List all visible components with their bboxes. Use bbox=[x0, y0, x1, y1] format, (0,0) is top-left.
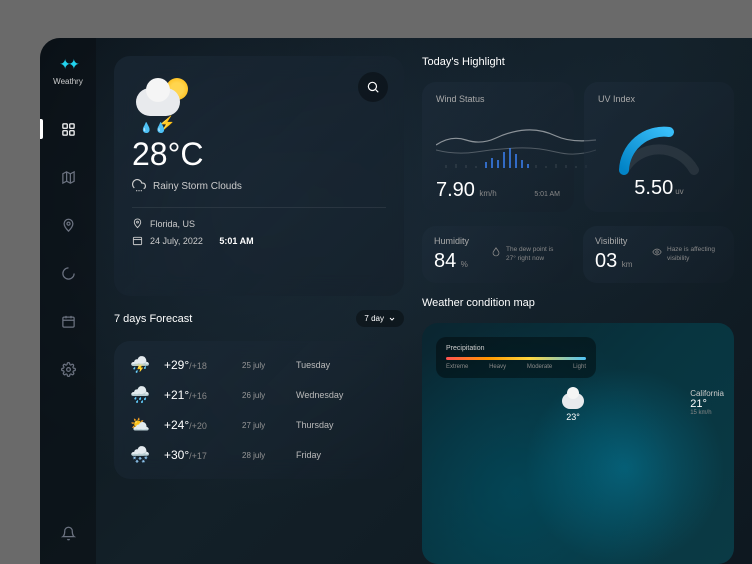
nav-calendar[interactable] bbox=[40, 308, 96, 334]
forecast-row[interactable]: 🌨️ +30°/+17 28 july Friday bbox=[130, 445, 388, 465]
nav-settings[interactable] bbox=[40, 356, 96, 382]
chevron-down-icon bbox=[388, 315, 396, 323]
forecast-title: 7 days Forecast bbox=[114, 313, 192, 325]
visibility-card: Visibility 03 km Haze is affecting visib… bbox=[583, 226, 734, 283]
wind-chart bbox=[436, 110, 596, 170]
nav-notifications[interactable] bbox=[40, 520, 96, 546]
grid-icon bbox=[61, 122, 76, 137]
nav-analytics[interactable] bbox=[40, 260, 96, 286]
forecast-row[interactable]: ⛅ +24°/+20 27 july Thursday bbox=[130, 415, 388, 435]
app-window: ✦✦ Weathry bbox=[40, 38, 752, 564]
sidebar: ✦✦ Weathry bbox=[40, 38, 96, 564]
calendar-icon bbox=[61, 314, 76, 329]
droplet-icon bbox=[491, 247, 501, 257]
humidity-value: 84 bbox=[434, 250, 456, 272]
forecast-range-selector[interactable]: 7 day bbox=[356, 310, 404, 327]
cloud-icon bbox=[562, 393, 584, 409]
current-temperature: 28°C bbox=[132, 136, 386, 173]
nav-dashboard[interactable] bbox=[40, 116, 96, 142]
analytics-icon bbox=[61, 266, 76, 281]
uv-gauge bbox=[598, 112, 720, 177]
current-condition: Rainy Storm Clouds bbox=[132, 179, 386, 193]
gear-icon bbox=[61, 362, 76, 377]
current-weather-icon: ⚡💧💧 bbox=[132, 78, 196, 128]
forecast-row[interactable]: 🌧️ +21°/+16 26 july Wednesday bbox=[130, 385, 388, 405]
calendar-icon bbox=[132, 235, 143, 246]
nav-location[interactable] bbox=[40, 212, 96, 238]
wind-label: Wind Status bbox=[436, 94, 560, 104]
map-marker[interactable]: 23° bbox=[562, 393, 584, 422]
wind-time: 5:01 AM bbox=[534, 191, 560, 198]
weather-map[interactable]: Precipitation Extreme Heavy Moderate Lig… bbox=[422, 323, 734, 564]
search-icon bbox=[366, 80, 380, 94]
humidity-card: Humidity 84 % The dew point is 27° right… bbox=[422, 226, 573, 283]
forecast-row[interactable]: ⛈️ +29°/+18 25 july Tuesday bbox=[130, 355, 388, 375]
precipitation-legend: Precipitation Extreme Heavy Moderate Lig… bbox=[436, 337, 596, 378]
map-icon bbox=[61, 170, 76, 185]
highlight-title: Today's Highlight bbox=[422, 56, 734, 68]
weather-mini-icon: 🌨️ bbox=[130, 445, 156, 465]
visibility-value: 03 bbox=[595, 250, 617, 272]
eye-icon bbox=[652, 247, 662, 257]
wind-status-card: Wind Status bbox=[422, 82, 574, 212]
bell-icon bbox=[61, 526, 76, 541]
pin-icon bbox=[61, 218, 76, 233]
logo-text: Weathry bbox=[53, 77, 83, 86]
current-weather-card: ⚡💧💧 28°C Rainy Storm Clouds Florida, US … bbox=[114, 56, 404, 296]
nav-map[interactable] bbox=[40, 164, 96, 190]
uv-value: 5.50 bbox=[634, 177, 673, 200]
location-row: Florida, US bbox=[132, 218, 386, 229]
forecast-header: 7 days Forecast 7 day bbox=[114, 310, 404, 327]
datetime-row: 24 July, 2022 5:01 AM bbox=[132, 235, 386, 246]
weather-mini-icon: 🌧️ bbox=[130, 385, 156, 405]
wind-value: 7.90 bbox=[436, 179, 475, 201]
cloud-rain-icon bbox=[132, 179, 146, 193]
uv-index-card: UV Index 5.50uv bbox=[584, 82, 734, 212]
weather-mini-icon: ⛅ bbox=[130, 415, 156, 435]
map-location-label[interactable]: California 21° 15 km/h bbox=[690, 389, 724, 416]
search-button[interactable] bbox=[358, 72, 388, 102]
uv-label: UV Index bbox=[598, 94, 720, 104]
pin-icon bbox=[132, 218, 143, 229]
map-title: Weather condition map bbox=[422, 297, 734, 309]
logo-icon: ✦✦ bbox=[59, 56, 76, 73]
weather-mini-icon: ⛈️ bbox=[130, 355, 156, 375]
logo: ✦✦ Weathry bbox=[53, 56, 83, 86]
forecast-card: ⛈️ +29°/+18 25 july Tuesday 🌧️ +21°/+16 … bbox=[114, 341, 404, 479]
main-content: ⚡💧💧 28°C Rainy Storm Clouds Florida, US … bbox=[96, 38, 752, 564]
